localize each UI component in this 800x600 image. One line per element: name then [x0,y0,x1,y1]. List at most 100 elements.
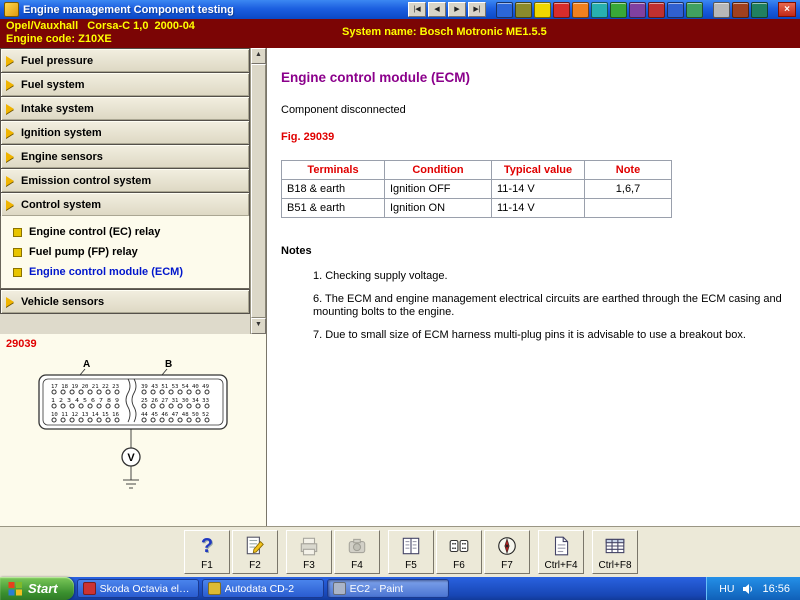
main-area: Fuel pressure Fuel system Intake system … [0,48,800,526]
taskbar-item-ec2-paint[interactable]: EC2 - Paint [326,579,449,598]
sidebar-item-vehicle-sensors[interactable]: Vehicle sensors [0,289,250,314]
scrollbar-thumb[interactable] [251,64,266,318]
table-row: B18 & earth Ignition OFF 11-14 V 1,6,7 [281,179,672,199]
note-item: 1. Checking supply voltage. [313,270,448,282]
ctrl-f8-table-button[interactable]: Ctrl+F8 [592,530,638,574]
f4-camera-button[interactable]: F4 [334,530,380,574]
toolbar-icon-5[interactable] [572,1,589,18]
col-header-terminals: Terminals [281,160,385,180]
f7-locate-button[interactable]: F7 [484,530,530,574]
volume-icon[interactable] [742,583,754,595]
task-icon [82,582,96,595]
submenu-item-engine-control-relay[interactable]: Engine control (EC) relay [9,222,245,242]
col-header-typical-value: Typical value [491,160,585,180]
table-cell: 11-14 V [491,198,585,218]
table-cell: Ignition OFF [384,179,492,199]
ctrl-f4-document-button[interactable]: Ctrl+F4 [538,530,584,574]
sidebar-item-control-system[interactable]: Control system [0,192,250,216]
connector-block-b-label: B [165,359,172,370]
connector-block-a-label: A [83,359,90,370]
sidebar-scrollbar[interactable]: ▲ ▼ [250,48,266,334]
arrow-icon [6,103,14,114]
taskbar-item-skoda-octavia[interactable]: Skoda Octavia elektr... [76,579,199,598]
sidebar-item-ignition-system[interactable]: Ignition system [0,120,250,144]
toolbar-icon-10[interactable] [667,1,684,18]
scroll-down-button[interactable]: ▼ [251,318,266,334]
f5-manual-button[interactable]: F5 [388,530,434,574]
toolbar-icon-13[interactable] [732,1,749,18]
book-icon [400,534,422,558]
sidebar-item-label: Control system [21,198,102,211]
notes-heading: Notes [281,245,312,257]
help-icon: ? [200,535,214,557]
taskbar-item-autodata-cd2[interactable]: Autodata CD-2 [201,579,324,598]
toolbar-icon-2[interactable] [515,1,532,18]
scroll-up-button[interactable]: ▲ [251,48,266,64]
submenu-item-label: Engine control module (ECM) [29,266,183,278]
language-indicator[interactable]: HU [719,583,734,595]
toolbar-icon-3[interactable] [534,1,551,18]
f6-connector-button[interactable]: F6 [436,530,482,574]
pins-b-row2: 25 26 27 31 30 34 33 [141,398,209,404]
nav-prev-button[interactable]: ◀ [428,2,446,17]
sidebar-item-fuel-system[interactable]: Fuel system [0,72,250,96]
toolbar-icon-1[interactable] [496,1,513,18]
toolbar-icon-8[interactable] [629,1,646,18]
pins-b-row3: 44 45 46 47 48 50 52 [141,412,209,418]
title-bar-toolbar: |◀ ◀ ▶ ▶| × [408,1,796,18]
sidebar-item-label: Intake system [21,102,94,115]
figure-number: 29039 [6,338,37,350]
connector-icon [448,534,470,558]
table-cell: 11-14 V [491,179,585,199]
figure-panel: 29039 A B 17 18 19 20 21 22 23 1 2 3 4 5… [0,334,266,526]
document-icon [550,534,572,558]
toolbar-icon-6[interactable] [591,1,608,18]
sidebar-item-label: Engine sensors [21,150,103,163]
toolbar-icon-7[interactable] [610,1,627,18]
arrow-icon [6,199,14,210]
table-cell: B18 & earth [281,179,385,199]
notepad-icon [244,534,266,558]
sidebar-item-fuel-pressure[interactable]: Fuel pressure [0,48,250,72]
nav-first-button[interactable]: |◀ [408,2,426,17]
toolbar-icon-4[interactable] [553,1,570,18]
status-line: Component disconnected [281,104,406,116]
arrow-icon [6,55,14,66]
camera-icon [346,534,368,558]
pins-a-row1: 17 18 19 20 21 22 23 [51,384,119,390]
app-icon [4,2,19,17]
table-cell [584,198,672,218]
pins-b-row1: 39 43 51 53 54 40 49 [141,384,209,390]
function-key-toolbar: ? F1 F2 F3 F4 F5 F6 F7 Ctrl+F4 Ctrl+F8 [0,526,800,577]
window-title: Engine management Component testing [23,3,234,16]
start-button[interactable]: Start [0,577,74,600]
submenu-item-label: Engine control (EC) relay [29,226,161,238]
nav-next-button[interactable]: ▶ [448,2,466,17]
sidebar-item-label: Vehicle sensors [21,295,105,308]
toolbar-icon-9[interactable] [648,1,665,18]
arrow-icon [6,79,14,90]
sidebar-item-emission-control-system[interactable]: Emission control system [0,168,250,192]
f1-help-button[interactable]: ? F1 [184,530,230,574]
test-values-table: Terminals Condition Typical value Note B… [281,160,672,218]
close-button[interactable]: × [778,2,796,17]
toolbar-icon-12[interactable] [713,1,730,18]
voltmeter-label: V [127,452,135,464]
sidebar-menu: Fuel pressure Fuel system Intake system … [0,48,266,334]
col-header-condition: Condition [384,160,492,180]
f2-notes-button[interactable]: F2 [232,530,278,574]
submenu-item-engine-control-module[interactable]: Engine control module (ECM) [9,262,245,282]
sidebar-item-intake-system[interactable]: Intake system [0,96,250,120]
notes-list: 1. Checking supply voltage. 6. The ECM a… [281,270,784,342]
note-item: 7. Due to small size of ECM harness mult… [313,329,746,341]
windows-logo-icon [8,582,22,596]
pins-a-row3: 10 11 12 13 14 15 16 [51,412,119,418]
toolbar-icon-11[interactable] [686,1,703,18]
toolbar-icon-14[interactable] [751,1,768,18]
f3-print-button[interactable]: F3 [286,530,332,574]
nav-last-button[interactable]: ▶| [468,2,486,17]
sidebar-item-engine-sensors[interactable]: Engine sensors [0,144,250,168]
figure-reference: Fig. 29039 [281,131,335,143]
submenu-item-fuel-pump-relay[interactable]: Fuel pump (FP) relay [9,242,245,262]
pins-a-row2: 1 2 3 4 5 6 7 8 9 [51,398,119,404]
